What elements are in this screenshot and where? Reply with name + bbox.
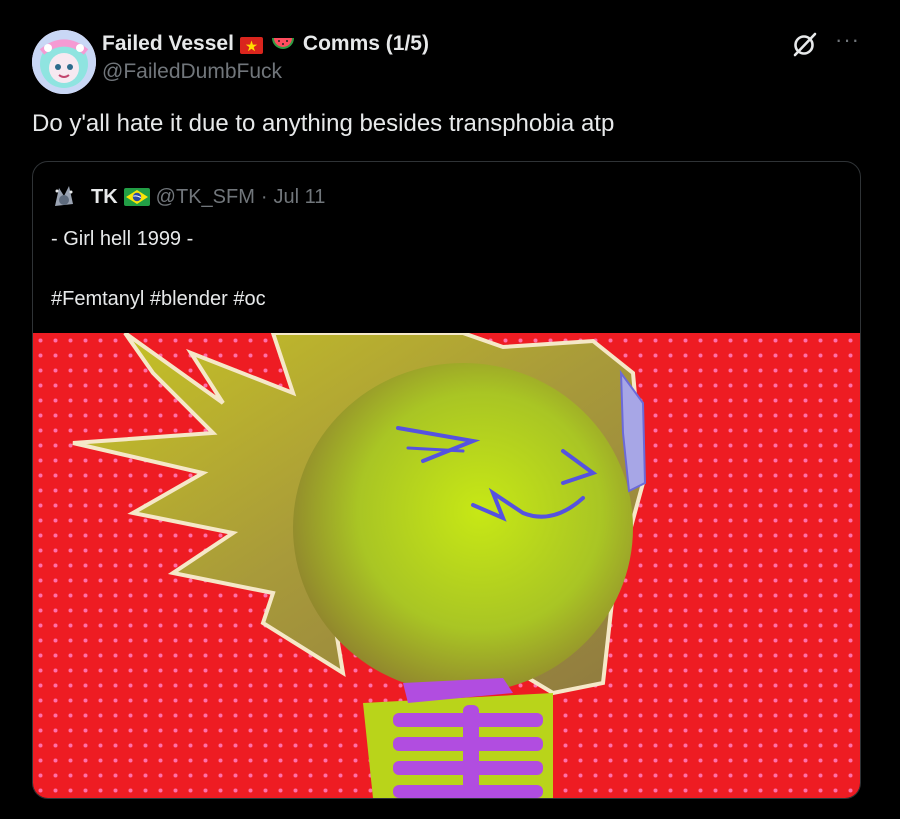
author-handle[interactable]: @FailedDumbFuck xyxy=(102,60,800,84)
brazil-flag-icon xyxy=(123,188,150,206)
quote-media-image[interactable] xyxy=(33,331,860,798)
quote-author-handle[interactable]: @TK_SFM xyxy=(156,186,255,209)
author-display-name[interactable]: Failed Vessel xyxy=(102,32,234,56)
author-name-suffix[interactable]: Comms (1/5) xyxy=(303,32,429,56)
avatar-image xyxy=(32,30,96,94)
watermelon-icon xyxy=(271,35,295,53)
media-artwork xyxy=(33,331,860,798)
quote-author-avatar[interactable] xyxy=(49,182,79,212)
author-avatar[interactable] xyxy=(32,30,96,94)
quoted-tweet[interactable]: TK @TK_SFM · Jul 11 - Girl hell 1999 - #… xyxy=(32,161,861,799)
grok-icon[interactable] xyxy=(791,30,819,58)
quote-author-name[interactable]: TK xyxy=(91,186,118,209)
more-options-icon[interactable]: ··· xyxy=(835,29,860,51)
author-name-row[interactable]: Failed Vessel Comms (1/5) xyxy=(102,30,800,58)
quote-body: - Girl hell 1999 - #Femtanyl #blender #o… xyxy=(51,224,266,314)
quote-text-line: - Girl hell 1999 - xyxy=(51,228,194,250)
tweet-actions: ··· xyxy=(791,29,860,58)
quote-date[interactable]: Jul 11 xyxy=(274,186,326,209)
tweet-text: Do y'all hate it due to anything besides… xyxy=(32,110,615,137)
quote-header: TK @TK_SFM · Jul 11 xyxy=(49,182,325,212)
vietnam-flag-icon xyxy=(239,36,263,54)
quote-separator: · xyxy=(260,185,268,208)
tweet-header: Failed Vessel Comms (1/5) @FailedDumbFuc… xyxy=(102,30,800,84)
quote-hashtags[interactable]: #Femtanyl #blender #oc xyxy=(51,284,266,314)
